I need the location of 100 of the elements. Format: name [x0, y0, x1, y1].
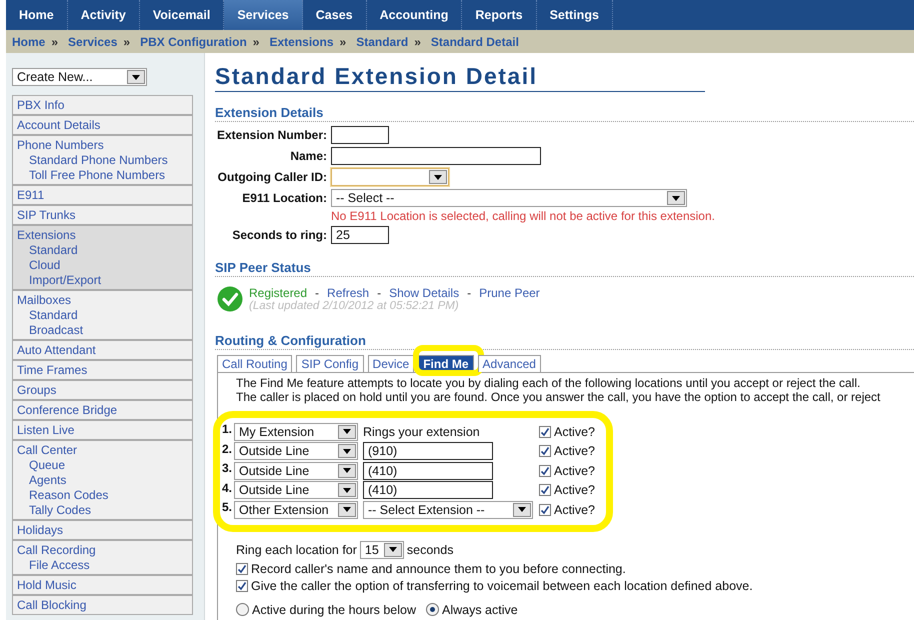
sidebar-subitem[interactable]: Standard: [17, 308, 188, 323]
create-new-dropdown[interactable]: Create New...: [12, 68, 147, 86]
tab[interactable]: Device: [368, 355, 414, 372]
input-field[interactable]: 25: [331, 226, 389, 244]
radio-button[interactable]: [426, 603, 439, 616]
dropdown[interactable]: Outside Line: [234, 481, 358, 500]
caret-icon: [429, 170, 447, 184]
checkbox[interactable]: [236, 580, 248, 592]
tab[interactable]: Call Routing: [217, 355, 292, 372]
dropdown[interactable]: My Extension: [234, 422, 358, 441]
breadcrumb-link[interactable]: Standard: [356, 34, 408, 48]
breadcrumb-link[interactable]: Extensions: [269, 34, 334, 48]
checkbox[interactable]: [539, 484, 551, 496]
sidebar-item[interactable]: SIP Trunks: [17, 208, 188, 223]
row-number: 5.: [220, 500, 232, 514]
dropdown[interactable]: -- Select --: [331, 189, 687, 207]
field-label: Name:: [289, 148, 327, 165]
breadcrumb-link[interactable]: Standard Detail: [430, 34, 519, 48]
checkbox-label: Active?: [554, 464, 595, 478]
dropdown[interactable]: 15: [360, 540, 404, 558]
sidebar-item[interactable]: Auto Attendant: [17, 343, 188, 358]
breadcrumb-separator: »: [51, 34, 58, 48]
sidebar-subitem[interactable]: Agents: [17, 473, 188, 488]
radio-label: Active during the hours below: [252, 602, 416, 616]
checkbox-label: Active?: [554, 483, 595, 498]
sidebar-item[interactable]: Listen Live: [17, 423, 188, 438]
input-field[interactable]: [331, 126, 389, 144]
breadcrumb-link[interactable]: Home: [12, 34, 46, 48]
dropdown[interactable]: Other Extension: [234, 500, 358, 519]
sidebar-subitem[interactable]: File Access: [17, 558, 188, 573]
sidebar-item[interactable]: Call Recording: [17, 543, 188, 558]
sidebar-subitem[interactable]: Standard Phone Numbers: [17, 153, 188, 168]
dropdown[interactable]: Outside Line: [234, 442, 358, 460]
section-heading: Extension Details: [215, 105, 914, 122]
caret-icon: [338, 483, 356, 498]
page-title: Standard Extension Detail: [215, 63, 705, 92]
section-heading: SIP Peer Status: [215, 260, 914, 277]
input-field[interactable]: [331, 147, 541, 165]
input-field[interactable]: (910): [363, 442, 493, 460]
sidebar-subitem[interactable]: Broadcast: [17, 323, 188, 338]
field-label: Outgoing Caller ID:: [216, 169, 327, 186]
separator-text: -: [377, 286, 382, 300]
caret-icon: [338, 464, 356, 478]
sidebar-item[interactable]: Time Frames: [17, 363, 188, 378]
caret-icon: [384, 542, 402, 556]
input-field[interactable]: (410): [363, 481, 493, 500]
sidebar-item[interactable]: Extensions: [17, 228, 188, 243]
sidebar-subitem[interactable]: Reason Codes: [17, 488, 188, 503]
row-number: 1.: [220, 422, 232, 436]
separator-text: -: [315, 286, 320, 300]
checkbox[interactable]: [539, 504, 551, 516]
ring-label: Ring each location for: [236, 542, 357, 556]
sidebar-item[interactable]: Groups: [17, 383, 188, 398]
sidebar-subitem[interactable]: Cloud: [17, 258, 188, 273]
radio-button[interactable]: [236, 603, 249, 616]
breadcrumb-separator: »: [414, 34, 421, 48]
row-number: 4.: [220, 480, 232, 494]
dropdown[interactable]: -- Select Extension --: [363, 500, 533, 519]
sidebar-subitem[interactable]: Tally Codes: [17, 503, 188, 518]
separator-text: -: [467, 286, 472, 300]
checkbox[interactable]: [539, 445, 551, 458]
sidebar-item[interactable]: Phone Numbers: [17, 138, 188, 153]
sidebar-item[interactable]: PBX Info: [17, 98, 188, 113]
checkbox[interactable]: [539, 464, 551, 477]
action-link[interactable]: Prune Peer: [479, 286, 540, 300]
sidebar-item[interactable]: Holidays: [17, 523, 188, 538]
sidebar-item[interactable]: Call Center: [17, 443, 188, 458]
tab[interactable]: Advanced: [478, 355, 541, 372]
checkbox-label: Record caller's name and announce them to you before connecting.: [251, 562, 626, 576]
sidebar-subitem[interactable]: Import/Export: [17, 273, 188, 288]
sidebar-subitem[interactable]: Queue: [17, 458, 188, 473]
tab[interactable]: SIP Config: [296, 355, 364, 372]
checkbox-label: Active?: [554, 502, 595, 517]
action-link[interactable]: Show Details: [389, 286, 460, 300]
breadcrumb-separator: »: [252, 34, 260, 48]
dropdown[interactable]: Outside Line: [234, 462, 358, 480]
nav-tab[interactable]: Services: [224, 0, 303, 30]
check-icon: [217, 286, 243, 312]
breadcrumb-link[interactable]: PBX Configuration: [140, 34, 247, 48]
caret-icon: [338, 502, 356, 517]
sidebar-subitem[interactable]: Standard: [17, 243, 188, 258]
breadcrumb-link[interactable]: Services: [68, 34, 118, 48]
row-number: 3.: [220, 461, 232, 475]
sidebar-item[interactable]: Hold Music: [17, 578, 188, 593]
caret-icon: [127, 70, 145, 84]
error-message: No E911 Location is selected, calling will not be active for this extension.: [331, 209, 716, 223]
description-text: The Find Me feature attempts to locate you by dialing each of the following locations until you accept or reject the call. The caller is placed on hold until you are found. Once you answer the call, you have the option to accept the call, or reject: [236, 376, 882, 404]
sidebar-item[interactable]: E911: [17, 188, 188, 203]
input-field[interactable]: (410): [363, 462, 493, 480]
caret-icon: [338, 424, 356, 439]
section-heading: Routing & Configuration: [215, 333, 914, 350]
sidebar-item[interactable]: Mailboxes: [17, 293, 188, 308]
caret-icon: [667, 191, 685, 205]
sidebar-item[interactable]: Call Blocking: [17, 598, 188, 613]
sidebar-subitem[interactable]: Toll Free Phone Numbers: [17, 168, 188, 183]
sidebar-item[interactable]: Account Details: [17, 118, 188, 133]
checkbox[interactable]: [539, 426, 551, 438]
sidebar-item[interactable]: Conference Bridge: [17, 403, 188, 418]
checkbox[interactable]: [236, 562, 248, 574]
action-link[interactable]: Refresh: [327, 286, 370, 300]
